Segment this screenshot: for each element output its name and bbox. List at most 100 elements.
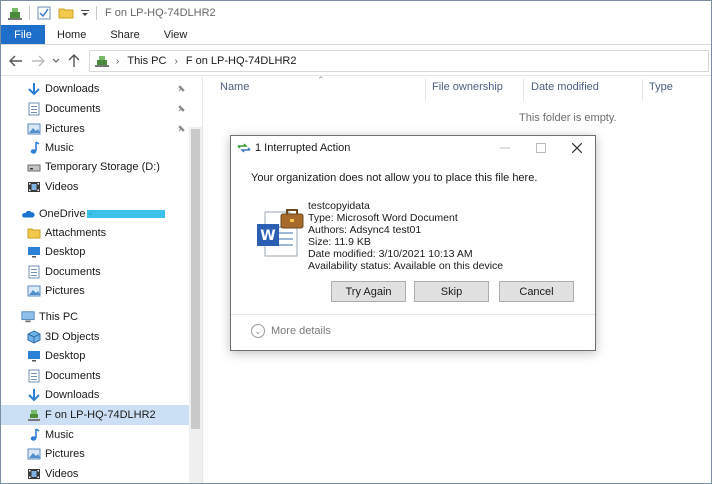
- pin-icon[interactable]: [177, 104, 186, 115]
- sidebar-item[interactable]: Attachments: [1, 223, 189, 243]
- sidebar-item-label: F on LP-HQ-74DLHR2: [45, 409, 156, 421]
- sidebar-item[interactable]: Documents: [1, 262, 189, 282]
- sidebar-item-label: Music: [45, 142, 74, 154]
- column-header-type[interactable]: Type: [649, 81, 673, 99]
- breadcrumb-separator-icon[interactable]: ›: [174, 56, 177, 67]
- video-icon: [27, 180, 41, 194]
- column-header-file-ownership[interactable]: File ownership: [432, 81, 503, 99]
- network-drive-icon: [94, 54, 110, 68]
- recent-locations-button[interactable]: [49, 50, 63, 72]
- navigation-row: › This PC › F on LP-HQ-74DLHR2: [1, 46, 711, 76]
- close-button[interactable]: [559, 136, 595, 160]
- dialog-divider: [231, 314, 595, 315]
- sidebar-item-label: Attachments: [45, 227, 107, 239]
- file-name: testcopyidata: [308, 200, 370, 212]
- tab-share[interactable]: Share: [98, 25, 151, 44]
- sort-caret-icon: ⌃: [317, 75, 325, 85]
- sidebar-item[interactable]: Downloads: [1, 385, 189, 405]
- dialog-message: Your organization does not allow you to …: [251, 172, 538, 184]
- arrow-up-icon: [68, 53, 80, 67]
- tab-home[interactable]: Home: [45, 25, 98, 44]
- video-icon: [27, 467, 41, 481]
- maximize-button[interactable]: [523, 136, 559, 160]
- sidebar-item-label: Documents: [45, 370, 101, 382]
- sidebar-item[interactable]: Downloads: [1, 79, 189, 99]
- file-size: Size: 11.9 KB: [308, 236, 371, 248]
- breadcrumb-current-folder[interactable]: F on LP-HQ-74DLHR2: [186, 55, 297, 67]
- cancel-button[interactable]: Cancel: [499, 281, 574, 302]
- sidebar-item[interactable]: OneDrive -: [1, 204, 189, 224]
- redacted-account-name: [87, 210, 165, 218]
- sidebar-item[interactable]: Pictures: [1, 281, 189, 301]
- download-arrow-icon: [27, 82, 41, 96]
- file-explorer-window: F on LP-HQ-74DLHR2 File Home Share View …: [0, 0, 712, 484]
- sidebar-item[interactable]: 3D Objects: [1, 327, 189, 347]
- properties-checkbox-icon[interactable]: [36, 5, 52, 21]
- breadcrumb-this-pc[interactable]: This PC: [127, 55, 166, 67]
- sidebar-item[interactable]: This PC: [1, 307, 189, 327]
- nav-scrollbar-thumb[interactable]: [191, 129, 200, 429]
- sidebar-item-label: Videos: [45, 468, 79, 480]
- chevron-down-circle-icon: ⌄: [251, 324, 265, 338]
- documents-icon: [27, 102, 41, 116]
- skip-button[interactable]: Skip: [414, 281, 489, 302]
- sidebar-item[interactable]: Temporary Storage (D:): [1, 157, 189, 177]
- minimize-icon: [500, 147, 510, 149]
- copy-transfer-icon: [237, 141, 251, 158]
- drive-icon: [27, 160, 41, 174]
- tab-file[interactable]: File: [1, 25, 45, 44]
- column-divider[interactable]: [523, 79, 524, 101]
- sidebar-item-label: Downloads: [45, 389, 100, 401]
- network-drive-icon: [27, 408, 41, 422]
- pictures-icon: [27, 284, 41, 298]
- documents-icon: [27, 265, 41, 279]
- sidebar-item[interactable]: Documents: [1, 366, 189, 386]
- ribbon-tabs: File Home Share View: [1, 25, 711, 45]
- onedrive-cloud-icon: [21, 207, 35, 221]
- sidebar-item[interactable]: Videos: [1, 177, 189, 197]
- more-details-toggle[interactable]: ⌄ More details: [251, 324, 331, 338]
- arrow-left-icon: [9, 55, 22, 66]
- quick-access-dropdown-icon[interactable]: [80, 5, 90, 21]
- chevron-down-icon: [52, 58, 60, 63]
- desktop-icon: [27, 349, 41, 363]
- sidebar-item-label: Desktop: [45, 246, 86, 258]
- sidebar-item-label: Pictures: [45, 285, 85, 297]
- this-pc-icon: [21, 310, 35, 324]
- more-details-label: More details: [271, 325, 331, 337]
- navigation-pane: Downloads Documents Pictures Music Temporary…: [1, 77, 203, 483]
- sidebar-item[interactable]: F on LP-HQ-74DLHR2: [1, 405, 189, 425]
- sidebar-item[interactable]: Pictures: [1, 444, 189, 464]
- new-folder-icon[interactable]: [58, 5, 74, 21]
- download-arrow-icon: [27, 388, 41, 402]
- column-header-date-modified[interactable]: Date modified: [531, 81, 599, 99]
- sidebar-item[interactable]: Desktop: [1, 346, 189, 366]
- address-bar[interactable]: › This PC › F on LP-HQ-74DLHR2: [89, 50, 709, 72]
- sidebar-item[interactable]: Videos: [1, 464, 189, 483]
- sidebar-item-label: Documents: [45, 103, 101, 115]
- column-divider[interactable]: [425, 79, 426, 101]
- interrupted-action-dialog: 1 Interrupted Action Your organization d…: [230, 135, 596, 351]
- minimize-button[interactable]: [487, 136, 523, 160]
- try-again-button[interactable]: Try Again: [331, 281, 406, 302]
- file-details: testcopyidata Type: Microsoft Word Docum…: [308, 200, 503, 272]
- sidebar-item-label: Pictures: [45, 448, 85, 460]
- sidebar-item[interactable]: Desktop: [1, 242, 189, 262]
- tab-view[interactable]: View: [152, 25, 200, 44]
- arrow-right-icon: [32, 55, 45, 66]
- breadcrumb-separator-icon[interactable]: ›: [116, 56, 119, 67]
- sidebar-item[interactable]: Music: [1, 425, 189, 445]
- up-button[interactable]: [63, 50, 85, 72]
- column-header-name[interactable]: Name: [220, 81, 249, 99]
- sidebar-item[interactable]: Music: [1, 138, 189, 158]
- title-bar: F on LP-HQ-74DLHR2: [1, 1, 711, 25]
- back-button[interactable]: [5, 50, 27, 72]
- sidebar-item[interactable]: Documents: [1, 99, 189, 119]
- pin-icon[interactable]: [177, 124, 186, 135]
- pin-icon[interactable]: [177, 84, 186, 95]
- maximize-icon: [536, 143, 546, 153]
- sidebar-item[interactable]: Pictures: [1, 119, 189, 139]
- forward-button[interactable]: [27, 50, 49, 72]
- divider: [29, 6, 30, 20]
- column-divider[interactable]: [642, 79, 643, 101]
